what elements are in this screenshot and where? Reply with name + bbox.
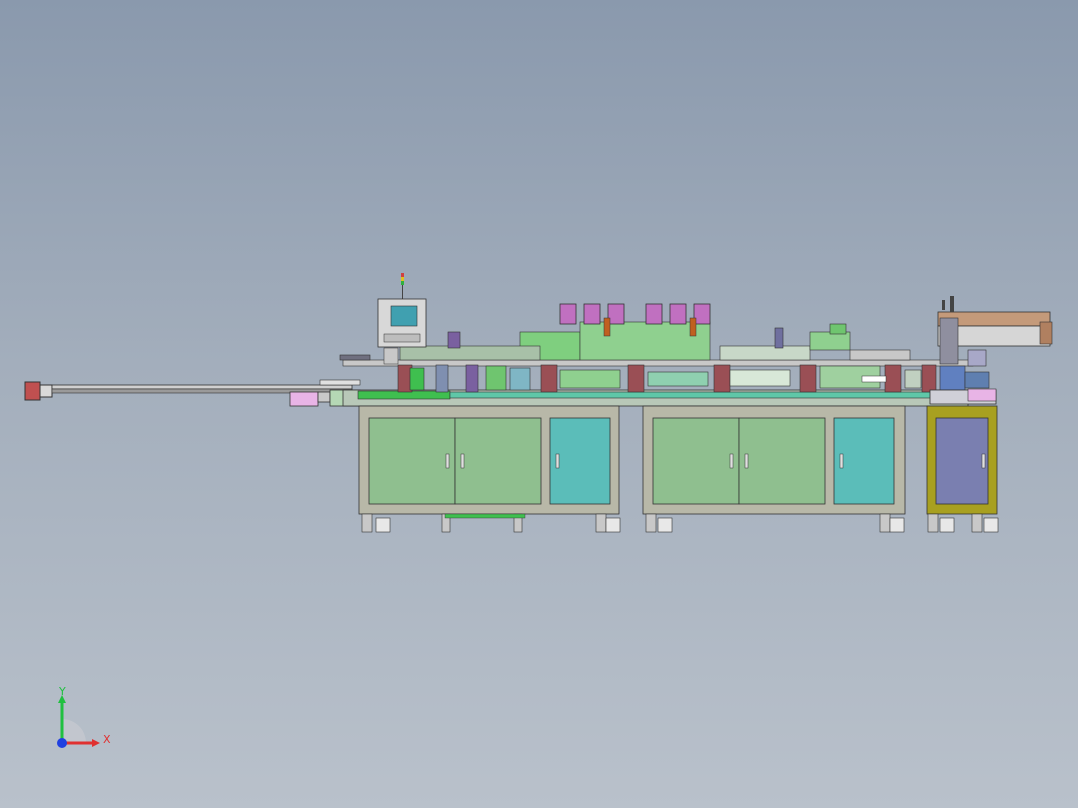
cabinet-left [358,405,620,515]
machine-model-view[interactable] [0,0,1078,808]
cad-viewport[interactable]: Y X [0,0,1078,808]
orientation-triad[interactable]: Y X [50,685,120,755]
cabinet-right [926,405,998,515]
cabinet-middle [642,405,906,515]
leveling-feet [361,513,999,533]
triad-x-label: X [103,733,111,746]
outfeed-plate [929,388,997,405]
triad-y-label: Y [59,685,66,698]
